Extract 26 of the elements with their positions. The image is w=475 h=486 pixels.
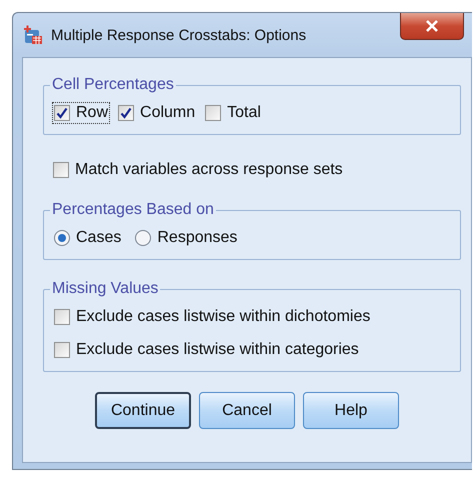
- radio-button[interactable]: [54, 230, 70, 246]
- checkbox-option[interactable]: Exclude cases listwise within dichotomies: [52, 306, 452, 328]
- app-icon: [23, 25, 43, 45]
- checkbox-option[interactable]: Exclude cases listwise within categories: [52, 339, 452, 361]
- checkbox[interactable]: [205, 105, 222, 121]
- dialog-button[interactable]: Help: [303, 392, 399, 429]
- dialog-button[interactable]: Continue: [95, 392, 191, 429]
- checkbox[interactable]: [54, 309, 70, 325]
- group-title: Percentages Based on: [51, 201, 215, 219]
- window-title: Multiple Response Crosstabs: Options: [51, 26, 306, 44]
- checkbox[interactable]: [53, 162, 69, 178]
- checkbox-option[interactable]: Row: [52, 102, 110, 124]
- checkbox[interactable]: [54, 105, 70, 121]
- radio-button[interactable]: [135, 230, 152, 246]
- group-title: Cell Percentages: [51, 76, 175, 94]
- checkbox-option[interactable]: Total: [203, 102, 263, 124]
- checkbox-option[interactable]: Column: [116, 102, 198, 124]
- close-button[interactable]: [400, 13, 464, 40]
- radio-option[interactable]: Responses: [133, 227, 240, 249]
- group-title: Missing Values: [51, 280, 160, 298]
- checkbox-option[interactable]: Match variables across response sets: [51, 159, 461, 181]
- close-icon: [425, 20, 439, 32]
- radio-option[interactable]: Cases: [52, 227, 124, 249]
- dialog-button[interactable]: Cancel: [199, 392, 295, 429]
- checkbox[interactable]: [54, 342, 70, 358]
- checkbox[interactable]: [118, 105, 134, 121]
